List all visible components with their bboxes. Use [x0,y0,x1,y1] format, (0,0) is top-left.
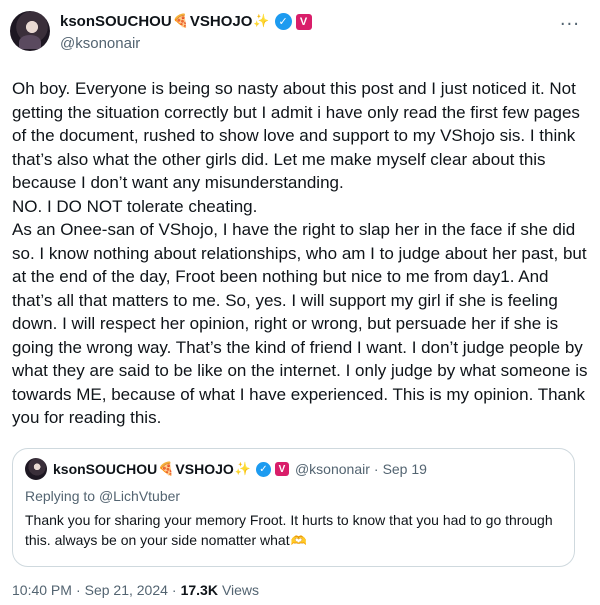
pizza-icon: 🍕 [172,14,189,29]
quoted-tweet-header: ksonSOUCHOU 🍕 VSHOJO ✨ ✓ V @ksononair · … [25,458,562,480]
quoted-author-display-name: ksonSOUCHOU [53,461,158,477]
verified-check-icon: ✓ [255,461,271,477]
author-info: ksonSOUCHOU 🍕 VSHOJO ✨ ✓ V @ksononair [60,12,312,60]
author-name-row[interactable]: ksonSOUCHOU 🍕 VSHOJO ✨ ✓ V [60,12,312,31]
views-count[interactable]: 17.3K [181,582,218,598]
tweet-header: ksonSOUCHOU 🍕 VSHOJO ✨ ✓ V @ksononair ··… [10,10,588,60]
meta-separator: · [171,582,177,598]
tweet: ksonSOUCHOU 🍕 VSHOJO ✨ ✓ V @ksononair ··… [0,0,600,605]
replying-to-line: Replying to @LichVtuber [25,488,562,504]
quoted-author-handle: @ksononair [294,461,370,477]
quoted-author-avatar [25,458,47,480]
author-name-suffix[interactable]: VSHOJO [190,13,253,30]
affiliate-badge-icon[interactable]: V [295,13,312,30]
tweet-meta: 10:40 PM · Sep 21, 2024 · 17.3K Views [12,582,259,598]
tweet-time[interactable]: 10:40 PM [12,582,72,598]
quoted-date: Sep 19 [382,461,427,477]
quoted-tweet[interactable]: ksonSOUCHOU 🍕 VSHOJO ✨ ✓ V @ksononair · … [12,448,575,567]
verified-check-icon[interactable]: ✓ [274,13,292,30]
quoted-author-name-suffix: VSHOJO [175,461,234,477]
sparkle-icon: ✨ [234,461,251,477]
quoted-tweet-text: Thank you for sharing your memory Froot.… [25,510,562,552]
author-display-name[interactable]: ksonSOUCHOU [60,13,172,30]
quoted-text-content: Thank you for sharing your memory Froot.… [25,512,553,548]
meta-separator: · [75,582,81,598]
tweet-body: Oh boy. Everyone is being so nasty about… [12,79,588,427]
views-label[interactable]: Views [222,582,259,598]
replying-to-prefix: Replying to [25,488,99,504]
quoted-separator: · [373,461,379,477]
pizza-icon: 🍕 [158,461,175,477]
replying-to-mention[interactable]: @LichVtuber [99,488,180,504]
author-avatar[interactable] [10,11,50,51]
quoted-author-name-row: ksonSOUCHOU 🍕 VSHOJO ✨ ✓ V [53,461,289,477]
more-options-icon[interactable]: ··· [560,14,580,35]
sparkle-icon: ✨ [253,14,270,29]
author-handle[interactable]: @ksononair [60,35,312,52]
tweet-date[interactable]: Sep 21, 2024 [85,582,168,598]
heart-hands-icon: 🫶 [290,534,307,549]
affiliate-badge-icon: V [274,462,289,476]
